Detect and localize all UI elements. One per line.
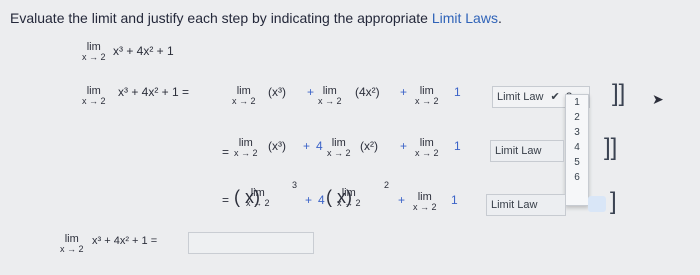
lim-sub: x → 2 — [327, 148, 351, 158]
row2-plus1: + — [303, 139, 311, 153]
lim-sub: x → 2 — [415, 148, 439, 158]
row1-lim: lim x → 2 — [82, 86, 106, 106]
dropdown-option[interactable]: 4 — [566, 140, 588, 155]
row1-lim-c: lim x → 2 — [415, 86, 439, 106]
row2-close-bracket: ]] — [604, 134, 618, 161]
answer-lhs: x³ + 4x² + 1 = — [92, 235, 158, 247]
row1-close-bracket: ]] — [612, 80, 626, 107]
row2-equals: = — [222, 145, 230, 159]
lim-sub: x → 2 — [415, 96, 439, 106]
instruction-prefix: Evaluate the limit and justify each step… — [10, 10, 432, 26]
row2-plus2: + — [400, 139, 408, 153]
row3-equals: = — [222, 193, 230, 207]
row1-term2: (4x²) — [355, 85, 380, 99]
dropdown-option[interactable]: 1 — [566, 95, 588, 110]
row1-plus2: + — [400, 85, 408, 99]
row2-lim-b: lim x → 2 — [327, 138, 351, 158]
lim-sub: x → 2 — [82, 52, 106, 62]
lim-sub: x → 2 — [82, 96, 106, 106]
row2-limit-law-select[interactable]: Limit Law — [490, 140, 564, 162]
lim-sub: x → 2 — [60, 244, 84, 254]
row1-term1: (x³) — [268, 85, 286, 99]
row3-coef: 4 — [318, 193, 325, 207]
row3-term2: ( x) — [326, 187, 352, 207]
row2-coef: 4 — [316, 139, 323, 153]
row2-lim-a: lim x → 2 — [234, 138, 258, 158]
limit-law-label: Limit Law — [495, 145, 542, 157]
row3-term1: ( x) — [234, 187, 260, 207]
row3-limit-law-select[interactable]: Limit Law — [486, 194, 566, 216]
row3-plus2: + — [398, 193, 406, 207]
row1-term3: 1 — [454, 85, 461, 99]
row2-term1: (x³) — [268, 139, 286, 153]
row3-close-bracket: ] — [610, 188, 617, 215]
law-options-dropdown[interactable]: 1 2 3 4 5 6 — [565, 94, 589, 206]
problem-lim: lim x → 2 — [82, 42, 106, 62]
instruction-text: Evaluate the limit and justify each step… — [10, 10, 502, 26]
answer-input[interactable] — [188, 232, 314, 254]
row1-lhs: x³ + 4x² + 1 = — [118, 85, 190, 99]
row3-exp1: 3 — [292, 180, 298, 190]
instruction-suffix: . — [497, 10, 502, 26]
dropdown-option[interactable]: 3 — [566, 125, 588, 140]
chevron-down-icon: ✔ — [550, 91, 560, 103]
lim-sub: x → 2 — [234, 148, 258, 158]
limit-law-label: Limit Law — [497, 91, 544, 103]
dropdown-option[interactable]: 2 — [566, 110, 588, 125]
row1-lim-b: lim x → 2 — [318, 86, 342, 106]
row2-lim-c: lim x → 2 — [415, 138, 439, 158]
answer-lim: lim x → 2 — [60, 234, 84, 254]
limit-laws-link[interactable]: Limit Laws — [432, 10, 498, 26]
row3-term3: 1 — [451, 193, 458, 207]
dropdown-option[interactable]: 5 — [566, 155, 588, 170]
limit-law-label: Limit Law — [491, 199, 538, 211]
lim-sub: x → 2 — [232, 96, 256, 106]
row2-term3: 1 — [454, 139, 461, 153]
row1-plus1: + — [307, 85, 315, 99]
lim-sub: x → 2 — [413, 202, 437, 212]
row3-plus1: + — [305, 193, 313, 207]
row3-exp2: 2 — [384, 180, 390, 190]
check-icon — [588, 196, 606, 212]
mouse-cursor-icon: ➤ — [652, 91, 664, 107]
problem-expression: x³ + 4x² + 1 — [113, 44, 174, 58]
row3-lim-c: lim x → 2 — [413, 192, 437, 212]
row2-term2: (x²) — [360, 139, 378, 153]
row1-lim-a: lim x → 2 — [232, 86, 256, 106]
dropdown-option[interactable]: 6 — [566, 170, 588, 185]
lim-sub: x → 2 — [318, 96, 342, 106]
